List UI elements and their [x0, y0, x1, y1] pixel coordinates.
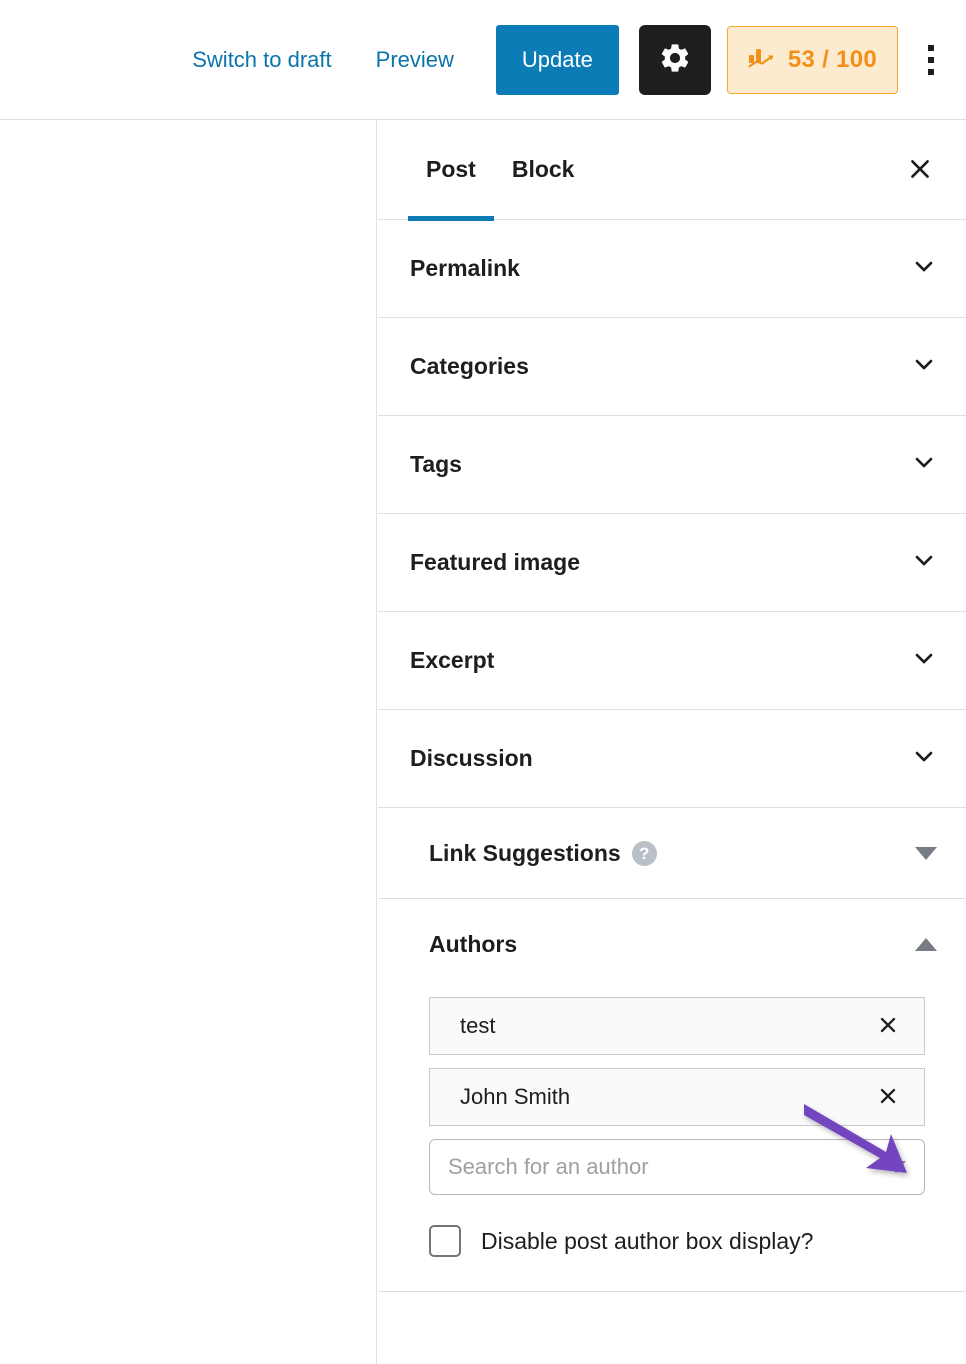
panel-excerpt-label: Excerpt	[410, 647, 495, 673]
triangle-down-icon[interactable]	[915, 846, 937, 860]
close-icon	[907, 156, 933, 185]
panel-categories-label: Categories	[410, 353, 529, 379]
remove-author-test-button[interactable]	[870, 1008, 906, 1044]
metabox-link-suggestions: Link Suggestions ?	[379, 808, 965, 899]
panel-permalink-label: Permalink	[410, 255, 520, 281]
editor-body: Post Block Permalink Categories Tags Fea…	[0, 120, 966, 1364]
close-sidebar-button[interactable]	[896, 146, 944, 194]
chevron-down-icon[interactable]	[910, 252, 938, 285]
author-chip-test: test	[429, 997, 925, 1055]
help-circle-icon[interactable]: ?	[631, 840, 657, 866]
disable-author-box-checkbox[interactable]	[429, 1225, 461, 1257]
author-name: John Smith	[460, 1084, 571, 1109]
kebab-vertical-icon	[928, 44, 934, 51]
metabox-authors-header[interactable]: Authors	[379, 899, 965, 989]
metabox-authors: Authors test John Smith Search for an au…	[379, 899, 965, 1292]
seo-score-value: 53 / 100	[787, 45, 877, 73]
authors-panel-body: test John Smith Search for an author Dis…	[379, 989, 965, 1291]
seo-bar-chart-icon	[748, 45, 776, 74]
panel-tags-label: Tags	[410, 451, 462, 477]
editor-canvas[interactable]	[0, 120, 377, 1364]
update-button[interactable]: Update	[495, 24, 619, 95]
disable-author-box-row: Disable post author box display?	[429, 1225, 925, 1257]
author-name: test	[460, 1013, 496, 1038]
author-search-combobox[interactable]	[429, 1139, 925, 1195]
disable-author-box-label: Disable post author box display?	[481, 1227, 814, 1254]
switch-to-draft-button[interactable]: Switch to draft	[182, 39, 341, 81]
tab-post[interactable]: Post	[408, 120, 494, 221]
panel-featured-image[interactable]: Featured image	[378, 514, 966, 612]
panel-excerpt[interactable]: Excerpt	[378, 612, 966, 710]
more-options-button[interactable]	[910, 25, 952, 95]
panel-permalink[interactable]: Permalink	[378, 220, 966, 318]
settings-sidebar: Post Block Permalink Categories Tags Fea…	[378, 120, 966, 1364]
chevron-down-icon[interactable]	[910, 644, 938, 677]
close-icon	[877, 1014, 899, 1039]
sidebar-tabs: Post Block	[378, 120, 966, 221]
panel-tags[interactable]: Tags	[378, 416, 966, 514]
panel-discussion[interactable]: Discussion	[378, 710, 966, 808]
remove-author-john-smith-button[interactable]	[870, 1079, 906, 1115]
preview-button[interactable]: Preview	[366, 39, 464, 81]
panel-discussion-label: Discussion	[410, 745, 533, 771]
chevron-down-icon[interactable]	[910, 350, 938, 383]
triangle-down-icon[interactable]	[886, 1161, 906, 1173]
settings-button[interactable]	[638, 24, 711, 95]
panel-categories[interactable]: Categories	[378, 318, 966, 416]
panel-featured-image-label: Featured image	[410, 549, 580, 575]
metabox-authors-title: Authors	[429, 930, 518, 957]
chevron-down-icon[interactable]	[910, 448, 938, 481]
close-icon	[877, 1085, 899, 1110]
tab-block[interactable]: Block	[494, 120, 593, 220]
chevron-down-icon[interactable]	[910, 546, 938, 579]
triangle-up-icon[interactable]	[915, 937, 937, 951]
metabox-link-suggestions-title: Link Suggestions	[429, 839, 621, 866]
author-search-input[interactable]	[448, 1154, 876, 1180]
editor-screen: Switch to draft Preview Update 53 / 100	[0, 0, 966, 1364]
seo-score-badge[interactable]: 53 / 100	[726, 25, 898, 94]
author-chip-john-smith: John Smith	[429, 1068, 925, 1126]
gear-icon	[658, 41, 692, 78]
metabox-link-suggestions-header[interactable]: Link Suggestions ?	[379, 808, 965, 898]
editor-header: Switch to draft Preview Update 53 / 100	[0, 0, 966, 120]
chevron-down-icon[interactable]	[910, 742, 938, 775]
